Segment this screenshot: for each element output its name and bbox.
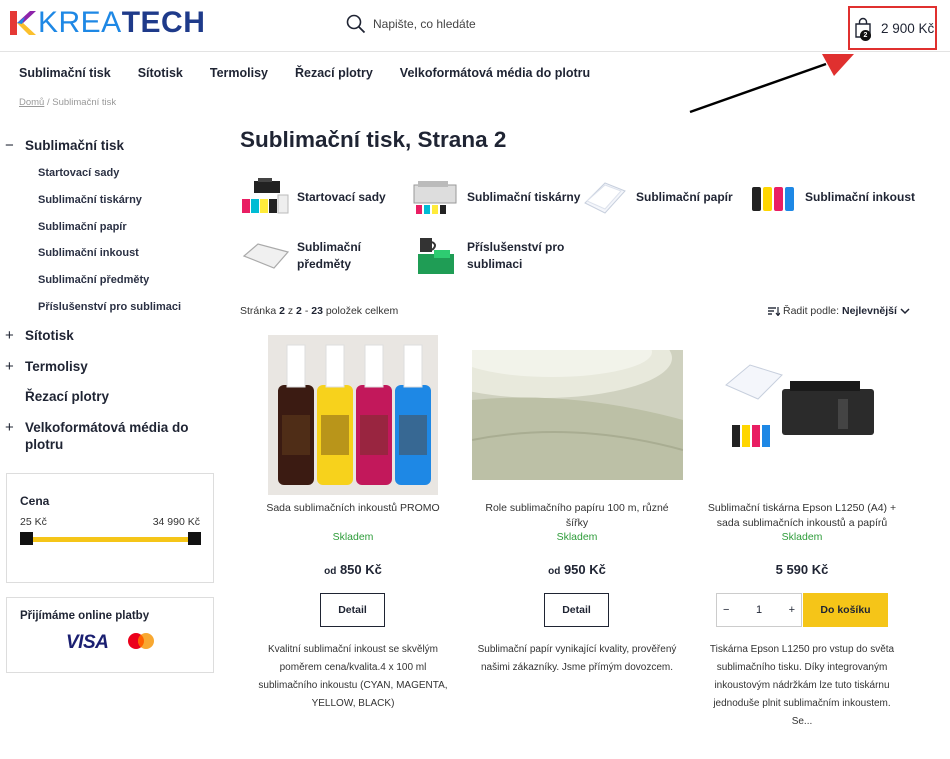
sidebar-category-label: Velkoformátová média do plotru (25, 420, 189, 452)
expand-icon[interactable]: + (5, 358, 14, 375)
search-input[interactable] (373, 17, 573, 31)
sidebar-category-termolisy[interactable]: + Termolisy (0, 358, 88, 375)
ink-bottles-product-image[interactable] (268, 335, 438, 495)
nav-item-velkoformatova-media[interactable]: Velkoformátová média do plotru (400, 66, 590, 80)
payments-box: Přijímáme online platby VISA (6, 597, 214, 673)
breadcrumb-current: Sublimační tisk (52, 97, 117, 108)
ink-bottles-image (752, 187, 794, 211)
category-tile-sublimacni-inkoust[interactable]: Sublimační inkoust (748, 177, 915, 217)
shopping-bag-icon[interactable]: 2 (854, 17, 872, 41)
product-description: Sublimační papír vynikající kvality, pro… (477, 644, 677, 673)
annotation-arrow-icon (689, 54, 854, 114)
category-label: Sublimační předměty (297, 240, 362, 271)
cart-count-badge: 2 (860, 30, 871, 41)
breadcrumb-home-link[interactable]: Domů (19, 97, 44, 108)
category-label: Příslušenství pro sublimaci (467, 240, 565, 271)
expand-icon[interactable]: + (5, 419, 14, 436)
price-filter: Cena 25 Kč 34 990 Kč (6, 473, 214, 583)
detail-button[interactable]: Detail (320, 593, 385, 627)
category-label: Sublimační inkoust (805, 189, 916, 204)
add-to-cart-button[interactable]: Do košíku (803, 593, 888, 627)
sidebar-sub-sublimacni-inkoust[interactable]: Sublimační inkoust (0, 247, 139, 259)
product-description: Tiskárna Epson L1250 pro vstup do světa … (709, 644, 895, 727)
product-name[interactable]: Sada sublimačních inkoustů PROMO (253, 501, 453, 516)
product-price: od 850 Kč (324, 562, 382, 577)
product-description: Kvalitní sublimační inkoust se skvělým p… (258, 644, 448, 709)
page-title: Sublimační tisk, Strana 2 (240, 127, 507, 152)
printer-product-image[interactable] (720, 355, 880, 465)
paper-image (584, 182, 626, 214)
category-tile-startovaci-sady[interactable]: Startovací sady (240, 177, 386, 217)
price-max: 34 990 Kč (152, 516, 200, 528)
cart-total: 2 900 Kč (881, 20, 935, 36)
qty-value[interactable]: 1 (756, 604, 762, 616)
mastercard-icon (128, 633, 154, 649)
header: KREATECH 2 2 900 Kč (0, 0, 950, 52)
category-label: Startovací sady (297, 189, 386, 204)
printer-image (413, 181, 457, 214)
category-tile-sublimacni-tiskarny[interactable]: Sublimační tiskárny (410, 177, 580, 217)
nav-item-termolisy[interactable]: Termolisy (210, 66, 268, 80)
sidebar-category-label: Sítotisk (25, 328, 74, 343)
logo-text: KREATECH (38, 6, 206, 39)
product-price: 5 590 Kč (775, 562, 829, 577)
cart-button[interactable]: 2 2 900 Kč (848, 6, 937, 50)
expand-icon[interactable]: + (5, 327, 14, 344)
sidebar-sub-sublimacni-tiskarny[interactable]: Sublimační tiskárny (0, 194, 142, 206)
sidebar-category-label: Řezací plotry (25, 389, 110, 404)
breadcrumb: Domů / Sublimační tisk (19, 97, 116, 108)
price-slider-max-handle[interactable] (188, 532, 201, 545)
product-name[interactable]: Sublimační tiskárna Epson L1250 (A4) + s… (702, 501, 902, 531)
sidebar-category-sitotisk[interactable]: + Sítotisk (0, 327, 74, 344)
starter-kit-image (242, 178, 289, 214)
nav-item-rezaci-plotry[interactable]: Řezací plotry (295, 66, 373, 80)
sidebar-sub-prislusenstvi[interactable]: Příslušenství pro sublimaci (0, 301, 181, 313)
quantity-stepper[interactable]: − 1 + (716, 593, 802, 627)
sidebar-sub-sublimacni-predmety[interactable]: Sublimační předměty (0, 274, 149, 286)
paper-roll-product-image[interactable] (472, 350, 683, 480)
qty-plus-button[interactable]: + (789, 604, 795, 616)
mousepad-image (242, 243, 290, 269)
main-nav: Sublimační tisk Sítotisk Termolisy Řezac… (19, 66, 617, 80)
sort-dropdown[interactable]: Řadit podle: Nejlevnější (768, 305, 910, 317)
product-name[interactable]: Role sublimačního papíru 100 m, různé ší… (477, 501, 677, 531)
sidebar-category-label: Sublimační tisk (25, 138, 125, 153)
category-tile-prislusenstvi[interactable]: Příslušenství pro sublimaci (410, 236, 567, 276)
sidebar-category-rezaci-plotry[interactable]: Řezací plotry (0, 388, 109, 405)
collapse-icon[interactable]: − (5, 137, 14, 154)
chevron-down-icon (900, 307, 910, 314)
price-slider-track[interactable] (25, 537, 197, 542)
stock-status: Skladem (781, 531, 823, 543)
stock-status: Skladem (556, 531, 598, 543)
sidebar-sub-startovaci-sady[interactable]: Startovací sady (0, 167, 119, 179)
category-tile-sublimacni-predmety[interactable]: Sublimační předměty (240, 236, 387, 276)
stock-status: Skladem (332, 531, 374, 543)
sort-icon (768, 307, 780, 316)
category-tile-sublimacni-papir[interactable]: Sublimační papír (579, 177, 733, 217)
sort-value: Nejlevnější (842, 305, 897, 317)
price-slider-min-handle[interactable] (20, 532, 33, 545)
price-filter-title: Cena (20, 494, 50, 508)
category-label: Sublimační papír (636, 189, 733, 204)
sidebar-sub-sublimacni-papir[interactable]: Sublimační papír (0, 221, 127, 233)
sidebar-category-label: Termolisy (25, 359, 88, 374)
visa-logo: VISA (66, 632, 109, 653)
search-icon[interactable] (346, 14, 366, 34)
paging-info: Stránka 2 z 2 - 23 položek celkem (240, 305, 399, 317)
logo-k-icon (10, 11, 36, 35)
logo[interactable]: KREATECH (8, 8, 205, 38)
detail-button[interactable]: Detail (544, 593, 609, 627)
sidebar-category-sublimacni-tisk[interactable]: − Sublimační tisk (0, 137, 124, 154)
qty-minus-button[interactable]: − (723, 604, 729, 616)
accessories-image (418, 238, 454, 274)
price-min: 25 Kč (20, 516, 47, 528)
nav-item-sitotisk[interactable]: Sítotisk (138, 66, 183, 80)
payments-title: Přijímáme online platby (20, 610, 150, 622)
sidebar-category-velkoformatova[interactable]: + Velkoformátová média do plotru (0, 419, 200, 453)
product-price: od 950 Kč (548, 562, 606, 577)
search-bar[interactable] (346, 14, 573, 34)
category-label: Sublimační tiskárny (467, 189, 581, 204)
nav-item-sublimacni-tisk[interactable]: Sublimační tisk (19, 66, 111, 80)
sort-label: Řadit podle: (783, 305, 840, 317)
